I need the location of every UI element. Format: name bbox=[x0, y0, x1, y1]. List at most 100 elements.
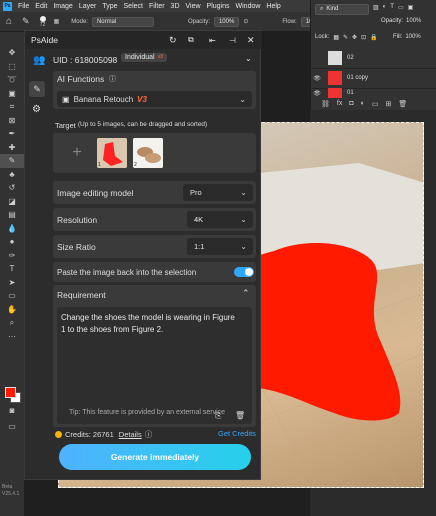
quick-mask-icon[interactable]: ◙ bbox=[0, 404, 24, 418]
marquee-tool-icon[interactable]: ⬚ bbox=[0, 60, 24, 74]
menu-image[interactable]: Image bbox=[53, 3, 72, 10]
more-tools-icon[interactable]: ··· bbox=[0, 330, 24, 344]
filter-pixel-icon[interactable]: ▨ bbox=[373, 4, 379, 15]
home-icon[interactable]: ⌂ bbox=[6, 16, 12, 27]
get-credits-link[interactable]: Get Credits bbox=[218, 429, 256, 438]
foreground-color-swatch[interactable] bbox=[5, 387, 16, 398]
visibility-eye-icon[interactable]: 👁 bbox=[311, 90, 323, 97]
new-layer-icon[interactable]: ⊞ bbox=[385, 100, 391, 108]
menu-filter[interactable]: Filter bbox=[149, 3, 165, 10]
pen-tool-icon[interactable]: ✑ bbox=[0, 249, 24, 263]
group-icon[interactable]: ▭ bbox=[372, 100, 379, 108]
filter-smart-icon[interactable]: ▣ bbox=[408, 4, 414, 15]
frame-tool-icon[interactable]: ⊠ bbox=[0, 114, 24, 128]
menu-plugins[interactable]: Plugins bbox=[207, 3, 230, 10]
healing-brush-icon[interactable]: ✚ bbox=[0, 141, 24, 155]
eraser-icon[interactable]: ◪ bbox=[0, 195, 24, 209]
filter-shape-icon[interactable]: ▭ bbox=[398, 4, 404, 15]
external-link-icon[interactable]: ⧉ bbox=[188, 35, 194, 45]
collapse-chevron-icon[interactable]: ⌃ bbox=[242, 288, 250, 299]
uid-dropdown-chevron-icon[interactable]: ⌄ bbox=[245, 54, 252, 63]
lock-transparent-icon[interactable]: ▦ bbox=[333, 34, 339, 41]
details-link[interactable]: Details bbox=[119, 430, 142, 439]
visibility-eye-icon[interactable]: 👁 bbox=[311, 75, 323, 82]
menu-select[interactable]: Select bbox=[124, 3, 143, 10]
plan-version: v3 bbox=[157, 54, 163, 60]
link-layers-icon[interactable]: ⛓ bbox=[321, 100, 330, 108]
requirement-textarea[interactable]: Change the shoes the model is wearing in… bbox=[57, 307, 252, 424]
blur-tool-icon[interactable]: 💧 bbox=[0, 222, 24, 236]
info-icon[interactable]: ⓘ bbox=[145, 429, 153, 440]
trash-icon[interactable]: 🗑 bbox=[235, 411, 245, 420]
menu-file[interactable]: File bbox=[18, 3, 29, 10]
add-image-button[interactable]: + bbox=[63, 139, 91, 167]
opacity-input[interactable]: 100% bbox=[213, 16, 240, 27]
delete-layer-icon[interactable]: 🗑 bbox=[398, 100, 407, 108]
lock-position-icon[interactable]: ✥ bbox=[352, 34, 357, 41]
history-brush-icon[interactable]: ↺ bbox=[0, 181, 24, 195]
photoshop-logo[interactable]: Ps bbox=[3, 1, 12, 11]
brush-tool-icon[interactable]: ✎ bbox=[0, 154, 24, 168]
screen-mode-icon[interactable]: ▭ bbox=[0, 420, 24, 434]
menu-edit[interactable]: Edit bbox=[35, 3, 47, 10]
menu-view[interactable]: View bbox=[186, 3, 201, 10]
layer-name[interactable]: 01 bbox=[347, 90, 354, 96]
menu-layer[interactable]: Layer bbox=[79, 3, 97, 10]
adjustment-icon[interactable]: ◐ bbox=[361, 100, 365, 108]
pin-icon[interactable]: ⊣ bbox=[229, 36, 236, 45]
model-select[interactable]: Pro ⌄ bbox=[183, 184, 253, 201]
add-mask-icon[interactable]: ◘ bbox=[349, 100, 353, 108]
paste-back-toggle[interactable] bbox=[234, 267, 254, 277]
mode-select[interactable]: Normal bbox=[91, 16, 154, 27]
menu-help[interactable]: Help bbox=[266, 3, 280, 10]
type-tool-icon[interactable]: T bbox=[0, 262, 24, 276]
layer-opacity-value[interactable]: 100% bbox=[406, 18, 421, 24]
layer-row[interactable]: 👁 01 bbox=[311, 88, 436, 98]
edit-mode-icon[interactable]: ✎ bbox=[29, 81, 45, 97]
menu-type[interactable]: Type bbox=[102, 3, 117, 10]
zoom-tool-icon[interactable]: ⌕ bbox=[0, 316, 24, 330]
kind-filter-select[interactable]: ⌕ Kind bbox=[315, 4, 369, 15]
brush-panel-icon[interactable]: ▦ bbox=[54, 18, 60, 25]
lock-all-icon[interactable]: 🔒 bbox=[370, 34, 377, 41]
size-ratio-select[interactable]: 1:1 ⌄ bbox=[187, 238, 253, 255]
collapse-panel-icon[interactable]: ⇤ bbox=[209, 36, 216, 45]
resolution-select[interactable]: 4K ⌄ bbox=[187, 211, 253, 228]
brush-preset-picker[interactable]: 72 bbox=[39, 15, 46, 28]
brush-tool-icon[interactable]: ✎ bbox=[22, 16, 30, 27]
filter-type-icon[interactable]: T bbox=[390, 4, 394, 15]
target-thumb-1[interactable]: 1 bbox=[97, 138, 127, 168]
settings-gear-icon[interactable]: ⚙ bbox=[32, 104, 41, 115]
pressure-opacity-icon[interactable]: ⊙ bbox=[243, 18, 248, 25]
move-tool-icon[interactable]: ✥ bbox=[0, 46, 24, 60]
clone-stamp-icon[interactable]: ♣ bbox=[0, 168, 24, 182]
fx-icon[interactable]: fx bbox=[337, 100, 342, 108]
fill-value[interactable]: 100% bbox=[405, 34, 420, 40]
crop-tool-icon[interactable]: ⌗ bbox=[0, 100, 24, 114]
menu-window[interactable]: Window bbox=[236, 3, 261, 10]
layer-row[interactable]: 02 bbox=[311, 48, 436, 69]
user-icon[interactable]: 👥 bbox=[33, 55, 45, 66]
lock-pixels-icon[interactable]: ✎ bbox=[343, 34, 348, 41]
ai-function-select[interactable]: ▣ Banana Retouch V3 ⌄ bbox=[57, 91, 252, 107]
refresh-icon[interactable]: ↻ bbox=[169, 35, 177, 46]
close-icon[interactable]: ✕ bbox=[247, 35, 255, 46]
filter-adjust-icon[interactable]: ◐ bbox=[383, 4, 387, 15]
lock-artboard-icon[interactable]: ⊡ bbox=[361, 34, 366, 41]
hand-tool-icon[interactable]: ✋ bbox=[0, 303, 24, 317]
layer-name[interactable]: 02 bbox=[347, 55, 354, 61]
layer-row[interactable]: 👁 01 copy bbox=[311, 68, 436, 89]
target-thumb-2[interactable]: 2 bbox=[133, 138, 163, 168]
gradient-tool-icon[interactable]: ▤ bbox=[0, 208, 24, 222]
lasso-tool-icon[interactable]: ➰ bbox=[0, 73, 24, 87]
eyedropper-icon[interactable]: ✒ bbox=[0, 127, 24, 141]
generate-button[interactable]: Generate immediately bbox=[59, 444, 251, 470]
layer-name[interactable]: 01 copy bbox=[347, 75, 368, 81]
path-select-icon[interactable]: ➤ bbox=[0, 276, 24, 290]
target-label: Target bbox=[55, 121, 76, 130]
object-select-icon[interactable]: ▣ bbox=[0, 87, 24, 101]
menu-3d[interactable]: 3D bbox=[171, 3, 180, 10]
rectangle-tool-icon[interactable]: ▭ bbox=[0, 289, 24, 303]
info-icon[interactable]: ⓘ bbox=[109, 74, 116, 84]
dodge-tool-icon[interactable]: ● bbox=[0, 235, 24, 249]
